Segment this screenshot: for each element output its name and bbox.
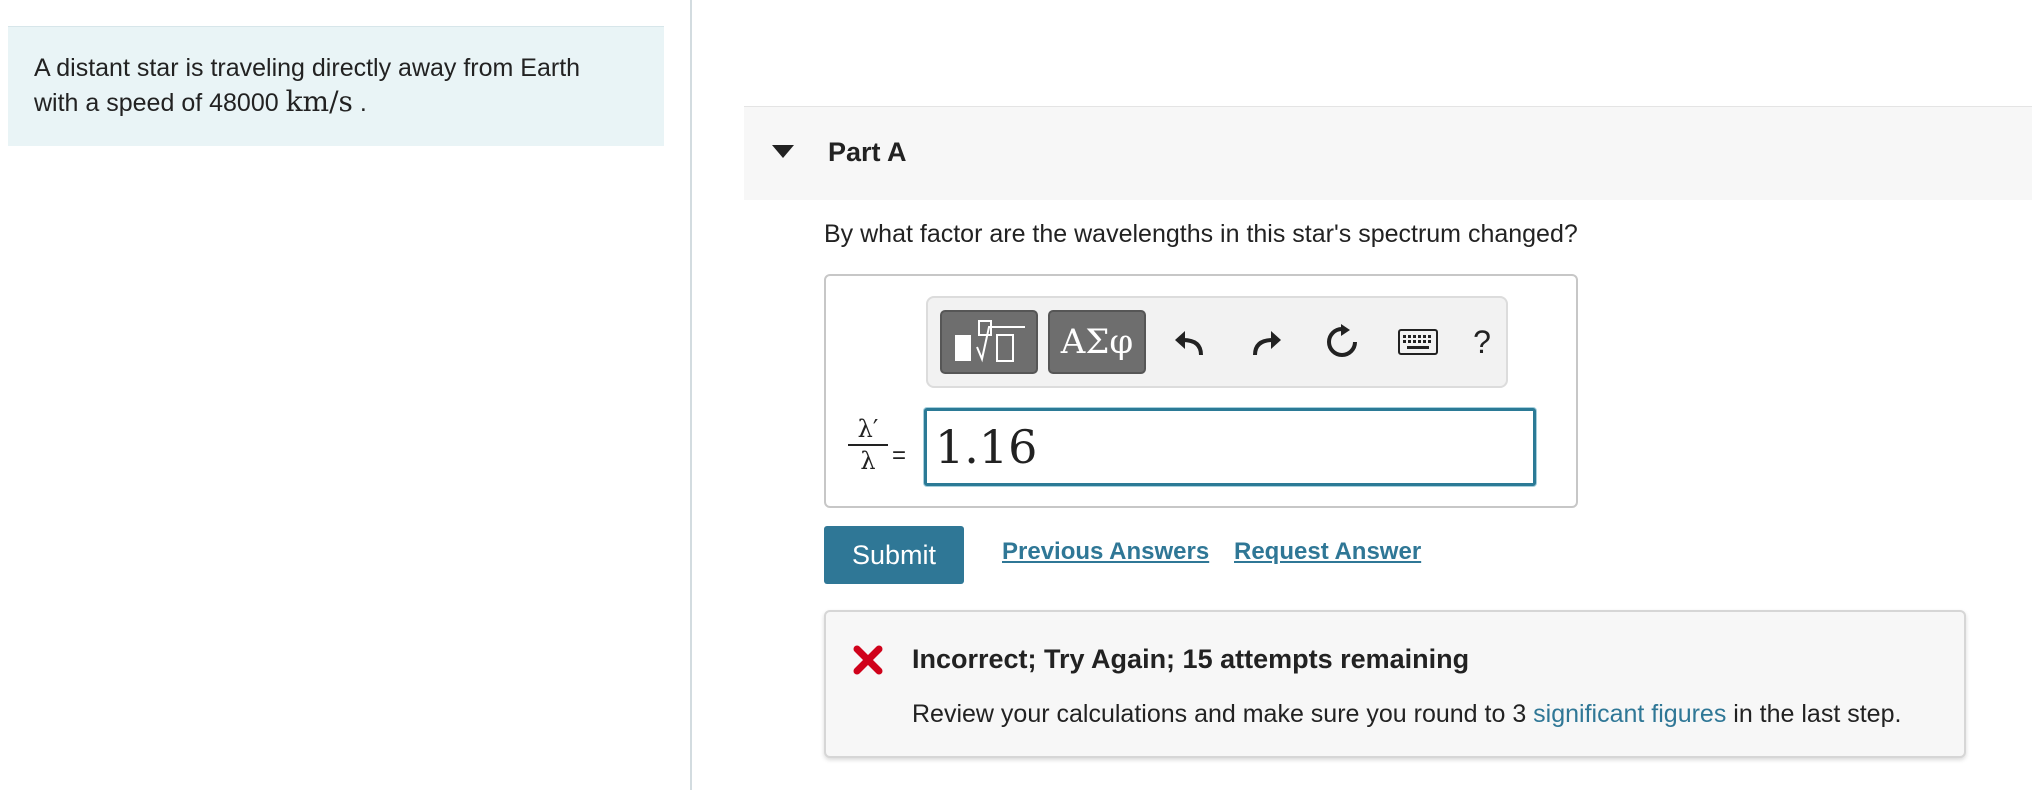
undo-icon[interactable] [1166,318,1214,366]
speed-unit: km/s [285,85,353,118]
request-answer-link[interactable]: Request Answer [1234,538,1421,566]
help-button[interactable]: ? [1458,318,1506,366]
problem-text-line2-suffix: . [352,89,367,117]
significant-figures-link[interactable]: significant figures [1533,700,1726,728]
collapse-toggle-icon[interactable] [772,145,794,158]
answer-input[interactable]: 1.16 [924,408,1536,486]
previous-answers-link[interactable]: Previous Answers [1002,538,1209,566]
column-divider [690,0,692,790]
page: A distant star is traveling directly awa… [0,0,2032,790]
answer-box: ΑΣφ ? λ′ λ = 1.16 [824,274,1578,508]
part-title: Part A [828,137,907,167]
equals-sign: = [892,442,907,469]
fraction-numerator: λ′ [848,416,888,446]
fraction-label: λ′ λ [848,416,888,474]
feedback-body-prefix: Review your calculations and make sure y… [912,700,1534,728]
greek-symbols-button[interactable]: ΑΣφ [1048,310,1146,374]
feedback-panel: Incorrect; Try Again; 15 attempts remain… [824,610,1966,758]
submit-button[interactable]: Submit [824,526,964,584]
redo-icon[interactable] [1242,318,1290,366]
problem-text-line2-prefix: with a speed of 48000 [34,89,286,117]
templates-icon [955,320,1025,363]
feedback-body: Review your calculations and make sure y… [912,700,1901,729]
math-toolbar: ΑΣφ ? [926,296,1508,388]
feedback-title: Incorrect; Try Again; 15 attempts remain… [912,644,1470,674]
error-x-icon [853,645,883,675]
fraction-denominator: λ [860,447,876,475]
feedback-body-suffix: in the last step. [1726,700,1902,728]
reset-icon[interactable] [1318,318,1366,366]
problem-text-line1: A distant star is traveling directly awa… [34,54,581,82]
problem-statement: A distant star is traveling directly awa… [8,26,664,146]
templates-button[interactable] [940,310,1038,374]
keyboard-icon[interactable] [1394,318,1442,366]
part-header[interactable]: Part A [744,106,2032,200]
question-text: By what factor are the wavelengths in th… [824,220,1578,248]
